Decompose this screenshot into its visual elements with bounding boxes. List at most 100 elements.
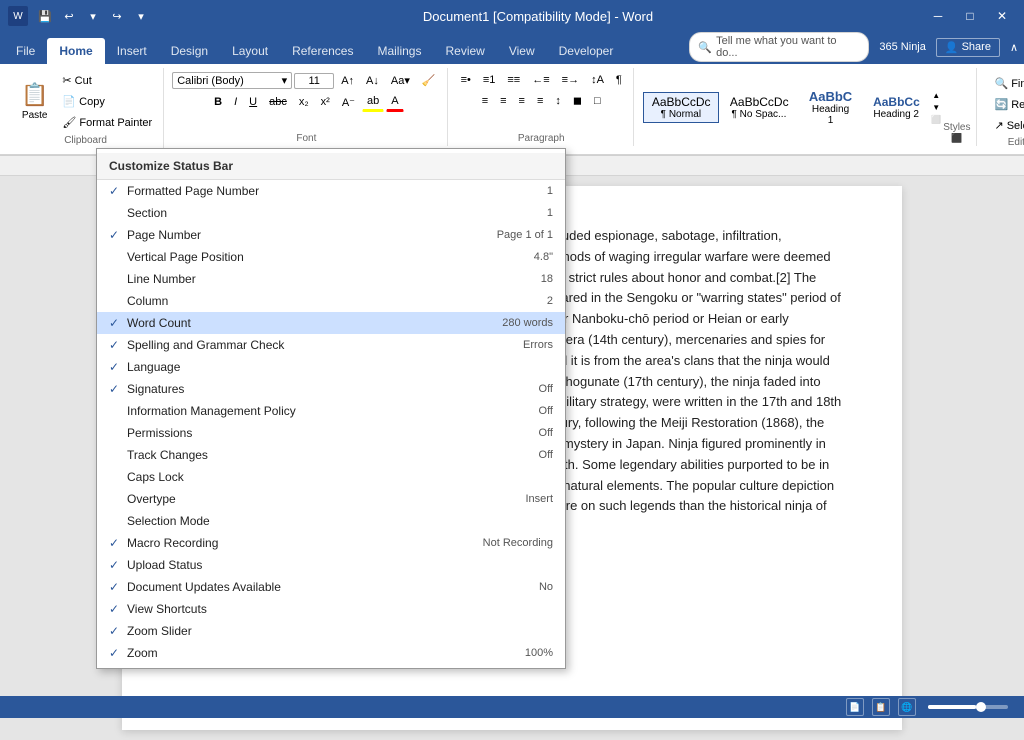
paste-button[interactable]: 📋 Paste xyxy=(14,77,55,126)
share-button[interactable]: 👤Share xyxy=(936,38,1000,57)
styles-scroll-up[interactable]: ▲ xyxy=(929,89,943,101)
borders-btn[interactable]: □ xyxy=(589,92,606,110)
styles-scroll-down[interactable]: ▼ xyxy=(929,101,943,113)
undo-quick-btn[interactable]: ↩ xyxy=(58,5,80,27)
menu-item-overtype[interactable]: OvertypeInsert xyxy=(97,488,565,510)
find-button[interactable]: 🔍Find▾ xyxy=(985,74,1024,93)
line-spacing-btn[interactable]: ↕ xyxy=(550,92,566,110)
show-hide-btn[interactable]: ¶ xyxy=(611,71,627,89)
change-case-btn[interactable]: Aa▾ xyxy=(386,71,415,90)
cut-button[interactable]: ✂ Cut xyxy=(57,71,157,90)
menu-item-value: 280 words xyxy=(502,317,553,329)
menu-item-information-management-policy[interactable]: Information Management PolicyOff xyxy=(97,400,565,422)
tab-insert[interactable]: Insert xyxy=(105,38,159,64)
undo-dropdown-btn[interactable]: ▾ xyxy=(82,5,104,27)
tab-review[interactable]: Review xyxy=(433,38,496,64)
clear-format-btn[interactable]: 🧹 xyxy=(417,71,441,90)
replace-button[interactable]: 🔄Replace xyxy=(985,95,1024,114)
menu-item-line-number[interactable]: Line Number18 xyxy=(97,268,565,290)
increase-indent-btn[interactable]: ≡→ xyxy=(557,71,584,89)
style-normal[interactable]: AaBbCcDc ¶ Normal xyxy=(643,92,719,123)
menu-item-formatted-page-number[interactable]: ✓Formatted Page Number1 xyxy=(97,180,565,202)
shading-btn[interactable]: ◼ xyxy=(568,91,587,110)
menu-item-value: Insert xyxy=(525,493,553,505)
menu-item-column[interactable]: Column2 xyxy=(97,290,565,312)
menu-item-macro-recording[interactable]: ✓Macro RecordingNot Recording xyxy=(97,532,565,554)
menu-item-vertical-page-position[interactable]: Vertical Page Position4.8" xyxy=(97,246,565,268)
format-painter-button[interactable]: 🖌 Format Painter xyxy=(57,113,157,132)
highlight-btn[interactable]: ab xyxy=(362,92,384,112)
zoom-slider-thumb[interactable] xyxy=(976,702,986,712)
multilevel-btn[interactable]: ≡≡ xyxy=(502,71,525,89)
restore-button[interactable]: □ xyxy=(956,2,984,30)
menu-item-check: ✓ xyxy=(109,360,127,374)
tab-home[interactable]: Home xyxy=(47,38,104,64)
menu-item-document-updates-available[interactable]: ✓Document Updates AvailableNo xyxy=(97,576,565,598)
save-quick-btn[interactable]: 💾 xyxy=(34,5,56,27)
menu-item-word-count[interactable]: ✓Word Count280 words xyxy=(97,312,565,334)
menu-item-upload-status[interactable]: ✓Upload Status xyxy=(97,554,565,576)
menu-item-zoom-slider[interactable]: ✓Zoom Slider xyxy=(97,620,565,642)
font-shrink-btn[interactable]: A↓ xyxy=(361,72,384,90)
subscript-button[interactable]: x₂ xyxy=(294,93,314,111)
sort-btn[interactable]: ↕A xyxy=(586,71,609,89)
copy-button[interactable]: 📄 Copy xyxy=(57,92,157,111)
menu-item-language[interactable]: ✓Language xyxy=(97,356,565,378)
font-size-box[interactable]: 11 xyxy=(294,73,334,89)
tab-file[interactable]: File xyxy=(4,38,47,64)
align-center-btn[interactable]: ≡ xyxy=(495,92,511,110)
ribbon-collapse-btn[interactable]: ∧ xyxy=(1004,39,1024,56)
menu-item-value: Page 1 of 1 xyxy=(497,229,553,241)
style-h1[interactable]: AaBbC Heading 1 xyxy=(799,86,862,129)
minimize-button[interactable]: ─ xyxy=(924,2,952,30)
tab-developer[interactable]: Developer xyxy=(547,38,626,64)
more-quick-btn[interactable]: ▾ xyxy=(130,5,152,27)
numbering-btn[interactable]: ≡1 xyxy=(478,71,501,89)
styles-expand-btn[interactable]: ⬜ xyxy=(929,113,943,125)
menu-item-caps-lock[interactable]: Caps Lock xyxy=(97,466,565,488)
align-left-btn[interactable]: ≡ xyxy=(477,92,493,110)
font-label: Font xyxy=(296,131,316,144)
tab-layout[interactable]: Layout xyxy=(220,38,280,64)
tab-references[interactable]: References xyxy=(280,38,365,64)
menu-item-permissions[interactable]: PermissionsOff xyxy=(97,422,565,444)
redo-quick-btn[interactable]: ↪ xyxy=(106,5,128,27)
menu-item-page-number[interactable]: ✓Page NumberPage 1 of 1 xyxy=(97,224,565,246)
bullets-btn[interactable]: ≡• xyxy=(456,71,476,89)
superscript-button[interactable]: x² xyxy=(316,93,335,111)
tell-me-box[interactable]: 🔍 Tell me what you want to do... xyxy=(689,32,869,62)
strikethrough-button[interactable]: abc xyxy=(264,93,292,111)
menu-item-spelling-and-grammar-check[interactable]: ✓Spelling and Grammar CheckErrors xyxy=(97,334,565,356)
justify-btn[interactable]: ≡ xyxy=(532,92,548,110)
view-web-btn[interactable]: 🌐 xyxy=(898,698,916,716)
close-button[interactable]: ✕ xyxy=(988,2,1016,30)
zoom-slider[interactable] xyxy=(928,705,1008,709)
bold-button[interactable]: B xyxy=(209,93,227,111)
menu-item-zoom[interactable]: ✓Zoom100% xyxy=(97,642,565,664)
style-h2[interactable]: AaBbCc Heading 2 xyxy=(864,92,928,123)
style-nospace[interactable]: AaBbCcDc ¶ No Spac... xyxy=(721,92,797,123)
tab-mailings[interactable]: Mailings xyxy=(365,38,433,64)
decrease-indent-btn[interactable]: ←≡ xyxy=(527,71,554,89)
view-read-btn[interactable]: 📋 xyxy=(872,698,890,716)
menu-item-track-changes[interactable]: Track ChangesOff xyxy=(97,444,565,466)
font-color-btn[interactable]: A xyxy=(386,92,403,112)
underline-button[interactable]: U xyxy=(244,93,262,111)
menu-item-signatures[interactable]: ✓SignaturesOff xyxy=(97,378,565,400)
menu-item-selection-mode[interactable]: Selection Mode xyxy=(97,510,565,532)
font-family-box[interactable]: Calibri (Body) ▾ xyxy=(172,72,292,89)
office365-label[interactable]: 365 Ninja xyxy=(873,39,931,55)
styles-scroll: ▲ ▼ ⬜ xyxy=(929,89,943,125)
tab-view[interactable]: View xyxy=(497,38,547,64)
menu-item-view-shortcuts[interactable]: ✓View Shortcuts xyxy=(97,598,565,620)
text-effects-btn[interactable]: A⁻ xyxy=(337,93,360,112)
tab-design[interactable]: Design xyxy=(159,38,220,64)
select-button[interactable]: ↗Select ▾ xyxy=(985,116,1024,135)
align-right-btn[interactable]: ≡ xyxy=(514,92,530,110)
italic-button[interactable]: I xyxy=(229,93,242,111)
menu-item-section[interactable]: Section1 xyxy=(97,202,565,224)
font-grow-btn[interactable]: A↑ xyxy=(336,72,359,90)
ribbon-content: 📋 Paste ✂ Cut 📄 Copy 🖌 Format Painter Cl… xyxy=(0,64,1024,155)
view-print-btn[interactable]: 📄 xyxy=(846,698,864,716)
styles-dialog-launcher[interactable]: ⬛ xyxy=(951,133,962,143)
